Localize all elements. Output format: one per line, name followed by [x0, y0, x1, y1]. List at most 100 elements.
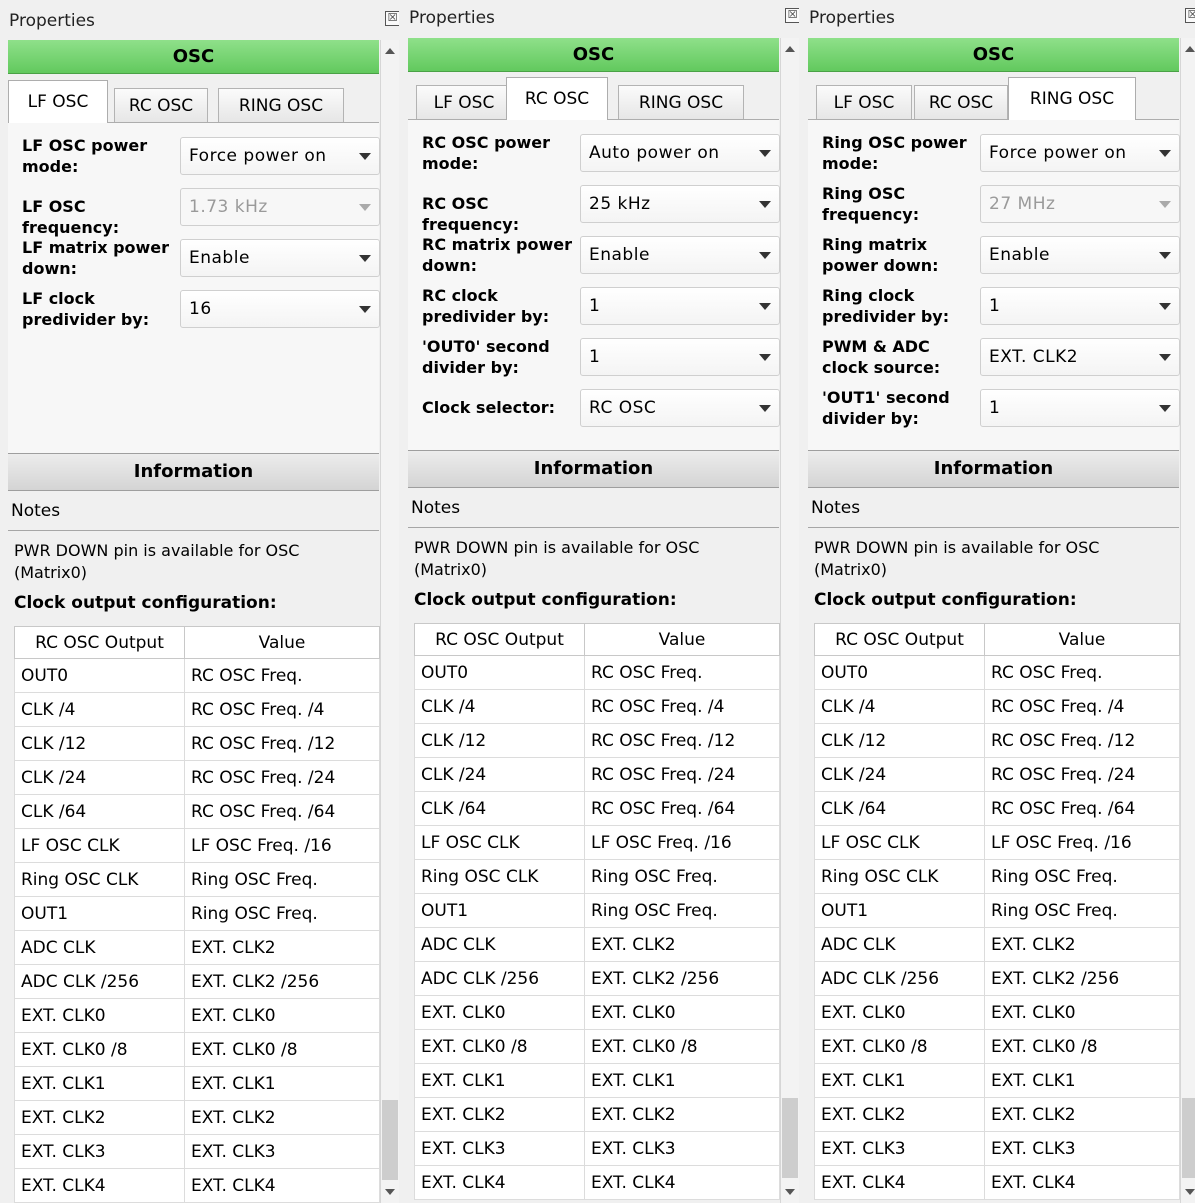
- dropdown-select[interactable]: 1: [980, 287, 1180, 325]
- table-row: CLK /24 RC OSC Freq. /24: [414, 757, 780, 792]
- value-cell: EXT. CLK2: [184, 930, 380, 965]
- output-cell: Ring OSC CLK: [414, 859, 585, 894]
- dropdown-select[interactable]: EXT. CLK2: [980, 338, 1180, 376]
- dropdown-select[interactable]: RC OSC: [580, 389, 780, 427]
- table-body: OUT0 RC OSC Freq. CLK /4 RC OSC Freq. /4 CLK…: [14, 658, 380, 1203]
- table-row: CLK /4 RC OSC Freq. /4: [14, 692, 380, 727]
- value-cell: RC OSC Freq. /12: [184, 726, 380, 761]
- tab-ring-osc[interactable]: RING OSC: [1008, 77, 1136, 120]
- scroll-up-arrow-icon[interactable]: [385, 48, 395, 54]
- table-row: ADC CLK /256 EXT. CLK2 /256: [414, 961, 780, 996]
- dropdown-select[interactable]: 25 kHz: [580, 185, 780, 223]
- vertical-scrollbar[interactable]: [380, 40, 399, 1203]
- tab-bar: LF OSC RC OSC RING OSC: [408, 77, 779, 120]
- table-row: LF OSC CLK LF OSC Freq. /16: [14, 828, 380, 863]
- table-row: EXT. CLK3 EXT. CLK3: [14, 1134, 380, 1169]
- table-row: ADC CLK /256 EXT. CLK2 /256: [814, 961, 1180, 996]
- output-cell: CLK /24: [414, 757, 585, 792]
- value-cell: EXT. CLK2 /256: [184, 964, 380, 999]
- table-row: EXT. CLK2 EXT. CLK2: [814, 1097, 1180, 1132]
- dropdown-select[interactable]: 1: [980, 389, 1180, 427]
- properties-panel: Properties ☒ OSC LF OSC RC OSC RING OSC LF OSC…: [0, 0, 399, 1203]
- scrollbar-thumb[interactable]: [782, 1098, 798, 1178]
- notes-label: Notes: [411, 498, 461, 518]
- dropdown-value: 25 kHz: [589, 194, 651, 214]
- dropdown-select[interactable]: Auto power on: [580, 134, 780, 172]
- table-row: LF OSC CLK LF OSC Freq. /16: [814, 825, 1180, 860]
- column-header: Value: [584, 623, 780, 656]
- close-icon[interactable]: ☒: [385, 11, 399, 26]
- tab-ring-osc[interactable]: RING OSC: [218, 88, 344, 122]
- tab-lf-osc[interactable]: LF OSC: [8, 80, 108, 123]
- table-row: ADC CLK EXT. CLK2: [414, 927, 780, 962]
- value-cell: RC OSC Freq. /64: [184, 794, 380, 829]
- table-row: EXT. CLK0 /8 EXT. CLK0 /8: [814, 1029, 1180, 1064]
- close-icon[interactable]: ☒: [785, 8, 799, 23]
- scrollbar-thumb[interactable]: [1182, 1098, 1195, 1178]
- scroll-down-arrow-icon[interactable]: [1185, 1189, 1195, 1195]
- dropdown-value: EXT. CLK2: [989, 347, 1079, 367]
- dropdown-select: 27 MHz: [980, 185, 1180, 223]
- column-header: RC OSC Output: [14, 626, 185, 659]
- information-header: Information: [408, 450, 779, 488]
- field-label: 'OUT1' second divider by:: [822, 388, 950, 428]
- dropdown-select[interactable]: 16: [180, 290, 380, 328]
- tab-rc-osc[interactable]: RC OSC: [506, 77, 608, 120]
- dropdown-select[interactable]: Force power on: [980, 134, 1180, 172]
- value-cell: RC OSC Freq. /4: [984, 689, 1180, 724]
- scroll-down-arrow-icon[interactable]: [385, 1189, 395, 1195]
- settings-form: LF OSC power mode: Force power on LF OSC f…: [8, 123, 380, 453]
- vertical-scrollbar[interactable]: [780, 38, 799, 1203]
- settings-form: RC OSC power mode: Auto power on RC OSC fr…: [408, 120, 780, 450]
- clock-output-title: Clock output configuration:: [414, 590, 677, 610]
- value-cell: EXT. CLK2 /256: [984, 961, 1180, 996]
- table-row: CLK /64 RC OSC Freq. /64: [414, 791, 780, 826]
- dropdown-select[interactable]: 1: [580, 338, 780, 376]
- tab-bar: LF OSC RC OSC RING OSC: [808, 77, 1179, 120]
- scrollbar-thumb[interactable]: [382, 1100, 398, 1180]
- output-cell: EXT. CLK2: [14, 1100, 185, 1135]
- tab-ring-osc[interactable]: RING OSC: [618, 85, 744, 119]
- tab-rc-osc[interactable]: RC OSC: [914, 85, 1008, 119]
- scroll-up-arrow-icon[interactable]: [1185, 46, 1195, 52]
- tab-lf-osc[interactable]: LF OSC: [416, 85, 512, 119]
- table-row: OUT0 RC OSC Freq.: [414, 655, 780, 690]
- output-cell: EXT. CLK2: [414, 1097, 585, 1132]
- scroll-down-arrow-icon[interactable]: [785, 1189, 795, 1195]
- dropdown-select[interactable]: Enable: [180, 239, 380, 277]
- notes-divider: [408, 527, 779, 528]
- output-cell: ADC CLK /256: [414, 961, 585, 996]
- column-header: RC OSC Output: [814, 623, 985, 656]
- field-label: 'OUT0' second divider by:: [422, 337, 550, 377]
- vertical-scrollbar[interactable]: [1180, 38, 1195, 1203]
- note-text: PWR DOWN pin is available for OSC (Matri…: [14, 541, 300, 582]
- dropdown-select[interactable]: Enable: [580, 236, 780, 274]
- value-cell: EXT. CLK0: [584, 995, 780, 1030]
- value-cell: RC OSC Freq. /12: [984, 723, 1180, 758]
- table-row: LF OSC CLK LF OSC Freq. /16: [414, 825, 780, 860]
- table-row: CLK /4 RC OSC Freq. /4: [814, 689, 1180, 724]
- scroll-up-arrow-icon[interactable]: [785, 46, 795, 52]
- value-cell: EXT. CLK1: [984, 1063, 1180, 1098]
- tab-lf-osc[interactable]: LF OSC: [816, 85, 912, 119]
- output-cell: EXT. CLK0: [814, 995, 985, 1030]
- dropdown-select[interactable]: Enable: [980, 236, 1180, 274]
- chevron-down-icon: [1159, 354, 1171, 361]
- value-cell: EXT. CLK4: [584, 1165, 780, 1200]
- dropdown-select[interactable]: 1: [580, 287, 780, 325]
- clock-output-table: RC OSC Output Value OUT0 RC OSC Freq. CLK /4…: [14, 626, 380, 1203]
- table-row: EXT. CLK1 EXT. CLK1: [14, 1066, 380, 1101]
- field-label: RC matrix power down:: [422, 235, 572, 275]
- clock-output-title: Clock output configuration:: [14, 593, 277, 613]
- table-row: CLK /12 RC OSC Freq. /12: [814, 723, 1180, 758]
- table-row: CLK /64 RC OSC Freq. /64: [814, 791, 1180, 826]
- chevron-down-icon: [759, 303, 771, 310]
- output-cell: CLK /64: [814, 791, 985, 826]
- field-label: Ring OSC frequency:: [822, 184, 920, 224]
- tab-rc-osc[interactable]: RC OSC: [114, 88, 208, 122]
- table-row: CLK /24 RC OSC Freq. /24: [14, 760, 380, 795]
- output-cell: CLK /4: [14, 692, 185, 727]
- close-icon[interactable]: ☒: [1185, 8, 1195, 23]
- dropdown-select[interactable]: Force power on: [180, 137, 380, 175]
- output-cell: EXT. CLK0: [414, 995, 585, 1030]
